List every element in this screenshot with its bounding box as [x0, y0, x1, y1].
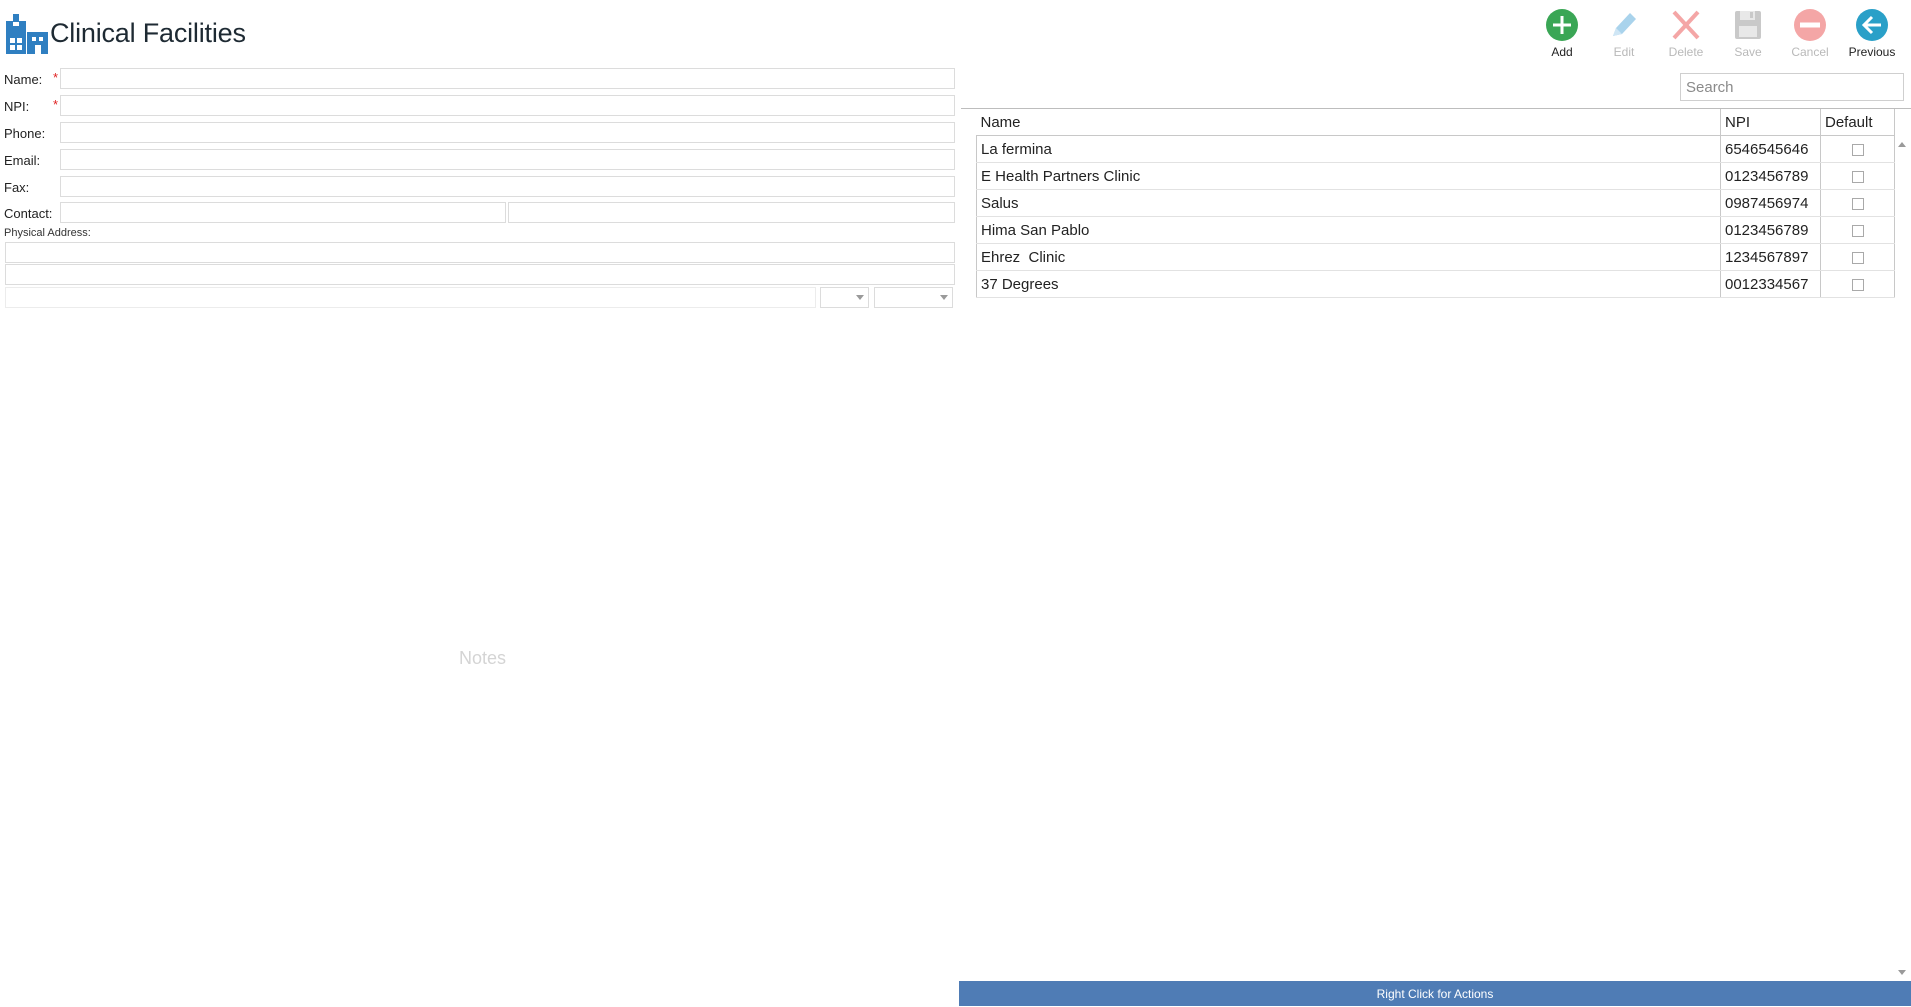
- chevron-down-icon: [856, 295, 864, 300]
- default-checkbox[interactable]: [1851, 143, 1864, 156]
- email-label: Email:: [4, 153, 41, 168]
- scroll-down-arrow-icon[interactable]: [1898, 970, 1906, 975]
- cell-name: La fermina: [976, 135, 1721, 163]
- name-row: Name: *: [0, 67, 958, 91]
- column-header-default[interactable]: Default: [1820, 109, 1895, 136]
- previous-button[interactable]: Previous: [1841, 6, 1903, 62]
- page-title: Clinical Facilities: [50, 18, 246, 48]
- table-row[interactable]: E Health Partners Clinic 0123456789: [976, 162, 1895, 190]
- cell-npi: 0012334567: [1720, 270, 1821, 298]
- cell-name: 37 Degrees: [976, 270, 1721, 298]
- table-row[interactable]: Ehrez Clinic 1234567897: [976, 243, 1895, 271]
- table-row[interactable]: La fermina 6546545646: [976, 135, 1895, 163]
- contact-row: Contact:: [0, 201, 958, 225]
- contact-label: Contact:: [4, 206, 53, 221]
- npi-required-marker: *: [53, 97, 59, 112]
- search-input[interactable]: [1680, 73, 1904, 101]
- x-icon: [1672, 10, 1700, 40]
- cell-npi: 0987456974: [1720, 189, 1821, 217]
- default-checkbox[interactable]: [1851, 251, 1864, 264]
- column-header-npi[interactable]: NPI: [1720, 109, 1821, 136]
- address-line1-input[interactable]: [5, 242, 955, 263]
- npi-row: NPI: *: [0, 94, 958, 118]
- facilities-grid: Name NPI Default La fermina 6546545646 E…: [976, 109, 1895, 298]
- delete-button[interactable]: Delete: [1655, 6, 1717, 62]
- cell-name: Hima San Pablo: [976, 216, 1721, 244]
- fax-input[interactable]: [60, 176, 955, 197]
- city-input[interactable]: [5, 287, 816, 308]
- previous-button-label: Previous: [1848, 45, 1896, 59]
- cancel-button-label: Cancel: [1791, 45, 1829, 59]
- email-row: Email:: [0, 148, 958, 172]
- add-button-label: Add: [1551, 45, 1573, 59]
- minus-circle-icon: [1794, 9, 1826, 41]
- phone-label: Phone:: [4, 126, 46, 141]
- cancel-button[interactable]: Cancel: [1779, 6, 1841, 62]
- cell-name: Salus: [976, 189, 1721, 217]
- save-button[interactable]: Save: [1717, 6, 1779, 62]
- grid-header-row: Name NPI Default: [976, 109, 1895, 136]
- name-required-marker: *: [53, 70, 59, 85]
- add-circle-icon: [1546, 9, 1578, 41]
- address-line2-input[interactable]: [5, 264, 955, 285]
- default-checkbox[interactable]: [1851, 197, 1864, 210]
- contact-second-input[interactable]: [508, 202, 955, 223]
- default-checkbox[interactable]: [1851, 278, 1864, 291]
- column-header-name[interactable]: Name: [976, 109, 1721, 136]
- scroll-up-arrow-icon[interactable]: [1898, 142, 1906, 147]
- table-row[interactable]: Salus 0987456974: [976, 189, 1895, 217]
- floppy-icon: [1735, 11, 1761, 39]
- add-button[interactable]: Add: [1531, 6, 1593, 62]
- contact-first-input[interactable]: [60, 202, 506, 223]
- default-checkbox[interactable]: [1851, 170, 1864, 183]
- edit-button[interactable]: Edit: [1593, 6, 1655, 62]
- cell-name: Ehrez Clinic: [976, 243, 1721, 271]
- table-row[interactable]: 37 Degrees 0012334567: [976, 270, 1895, 298]
- physical-address-label: Physical Address:: [4, 227, 91, 239]
- cell-npi: 1234567897: [1720, 243, 1821, 271]
- toolbar: Add Edit Delete Save Cancel Previous: [1531, 6, 1903, 62]
- email-input[interactable]: [60, 149, 955, 170]
- action-bar-label: Right Click for Actions: [1376, 986, 1494, 1001]
- edit-button-label: Edit: [1613, 45, 1635, 59]
- table-row[interactable]: Hima San Pablo 0123456789: [976, 216, 1895, 244]
- npi-input[interactable]: [60, 95, 955, 116]
- pencil-icon: [1613, 13, 1636, 36]
- right-click-actions-bar[interactable]: Right Click for Actions: [959, 981, 1911, 1006]
- fax-row: Fax:: [0, 175, 958, 199]
- cell-npi: 0123456789: [1720, 162, 1821, 190]
- hospital-icon: [6, 14, 48, 54]
- save-button-label: Save: [1734, 45, 1762, 59]
- phone-row: Phone:: [0, 121, 958, 145]
- phone-input[interactable]: [60, 122, 955, 143]
- name-input[interactable]: [60, 68, 955, 89]
- zip-select[interactable]: [874, 287, 953, 308]
- delete-button-label: Delete: [1668, 45, 1704, 59]
- chevron-down-icon: [940, 295, 948, 300]
- notes-area[interactable]: Notes: [4, 314, 954, 1004]
- cell-npi: 6546545646: [1720, 135, 1821, 163]
- cell-name: E Health Partners Clinic: [976, 162, 1721, 190]
- notes-placeholder: Notes: [459, 648, 507, 668]
- arrow-left-circle-icon: [1856, 9, 1888, 41]
- header: Clinical Facilities Add Edit Delete Save…: [0, 0, 1911, 64]
- fax-label: Fax:: [4, 180, 30, 195]
- default-checkbox[interactable]: [1851, 224, 1864, 237]
- state-select[interactable]: [820, 287, 869, 308]
- cell-npi: 0123456789: [1720, 216, 1821, 244]
- npi-label: NPI:: [4, 99, 30, 114]
- name-label: Name:: [4, 72, 43, 87]
